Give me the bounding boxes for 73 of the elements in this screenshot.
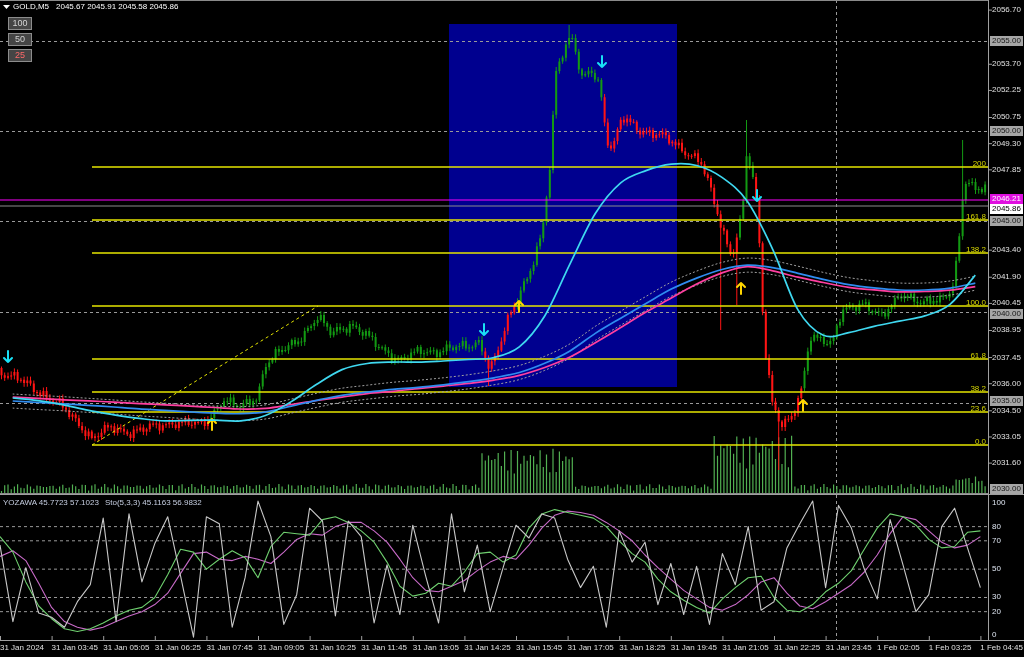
- time-axis-label: 31 Jan 21:05: [722, 642, 770, 654]
- up-arrow-icon: [798, 399, 808, 412]
- indicator-legend: Sto(5,3,3) 45.1163 56.9832: [104, 498, 202, 508]
- price-axis-label: 2031.60: [991, 458, 1022, 469]
- time-axis-label: 31 Jan 11:45: [361, 642, 408, 654]
- symbol-label: GOLD,M5: [13, 2, 49, 12]
- price-axis-label: 2049.30: [991, 138, 1022, 149]
- oscillator-axis-label: 20: [991, 606, 1002, 617]
- time-axis-label: 31 Jan 22:25: [773, 642, 822, 654]
- oscillator-axis-label: 30: [991, 592, 1002, 603]
- price-axis-label: 2037.45: [991, 352, 1022, 363]
- price-axis-label: 2043.40: [991, 245, 1022, 256]
- price-axis-label: 2041.90: [991, 272, 1022, 283]
- price-marker-label: 2055.00: [990, 36, 1023, 46]
- price-axis-label: 2056.70: [991, 5, 1022, 16]
- price-marker-label: 2030.00: [990, 484, 1023, 494]
- oscillator-axis-label: 0: [991, 629, 998, 640]
- oscillator-axis-label: 70: [991, 535, 1002, 546]
- scale-button[interactable]: 50: [8, 33, 32, 46]
- fibonacci-level-label: 61.8: [970, 350, 986, 360]
- time-axis-label: 31 Jan 05:05: [103, 642, 151, 654]
- price-axis-label: 2038.95: [991, 325, 1022, 336]
- indicator-legend: YOZAWA 45.7723 57.1023: [3, 498, 99, 508]
- up-arrow-icon: [514, 300, 524, 313]
- down-arrow-icon: [597, 55, 607, 68]
- price-marker-label: 2050.00: [990, 126, 1023, 136]
- time-axis-label: 31 Jan 2024: [0, 642, 46, 654]
- quote-values: 2045.67 2045.91 2045.58 2045.86: [56, 2, 179, 12]
- down-arrow-icon: [479, 323, 489, 336]
- price-marker-label: 2045.86: [990, 204, 1023, 214]
- oscillator-axis-label: 50: [991, 564, 1002, 575]
- time-axis-label: 31 Jan 13:05: [412, 642, 460, 654]
- time-axis-label: 1 Feb 02:05: [877, 642, 921, 654]
- price-marker-label: 2046.21: [990, 194, 1023, 204]
- fibonacci-level-label: 100.0: [965, 297, 986, 307]
- time-axis-label: 31 Jan 10:25: [309, 642, 357, 654]
- price-axis-label: 2036.00: [991, 378, 1022, 389]
- fibonacci-level-label: 200: [972, 158, 986, 168]
- down-arrow-icon: [752, 189, 762, 202]
- down-arrow-icon: [3, 350, 13, 363]
- oscillator-axis-label: 100: [991, 498, 1007, 508]
- time-axis-label: 31 Jan 06:25: [154, 642, 203, 654]
- scale-button[interactable]: 100: [8, 17, 32, 30]
- time-axis-label: 31 Jan 09:05: [257, 642, 306, 654]
- dropdown-triangle-icon[interactable]: [3, 5, 10, 9]
- time-axis-label: 31 Jan 17:05: [567, 642, 615, 654]
- time-axis-label: 1 Feb 03:25: [928, 642, 973, 654]
- time-axis-label: 1 Feb 04:45: [980, 642, 1024, 654]
- fibonacci-level-label: 38.2: [970, 383, 986, 393]
- price-axis-label: 2047.85: [991, 164, 1022, 175]
- price-axis-label: 2052.25: [991, 85, 1022, 96]
- fibonacci-level-label: 23.6: [970, 403, 986, 413]
- price-marker-label: 2040.00: [990, 308, 1023, 319]
- price-axis-label: 2050.75: [991, 112, 1022, 123]
- time-axis-label: 31 Jan 19:45: [670, 642, 718, 654]
- price-marker-label: 2035.00: [990, 395, 1023, 406]
- up-arrow-icon: [207, 418, 217, 431]
- time-axis-label: 31 Jan 03:45: [51, 642, 99, 654]
- price-axis-label: 2053.70: [991, 59, 1022, 70]
- time-axis-label: 31 Jan 15:45: [515, 642, 564, 654]
- fibonacci-level-label: 161.8: [965, 211, 986, 221]
- price-axis-label: 2034.50: [991, 405, 1022, 416]
- price-marker-label: 2045.00: [990, 216, 1023, 226]
- time-axis-label: 31 Jan 18:25: [619, 642, 667, 654]
- oscillator-axis-label: 80: [991, 521, 1002, 532]
- fibonacci-level-label: 138.2: [965, 244, 986, 254]
- time-axis-label: 31 Jan 23:45: [825, 642, 873, 654]
- fibonacci-level-label: 0.0: [974, 436, 986, 446]
- time-axis-label: 31 Jan 07:45: [206, 642, 254, 654]
- time-axis-label: 31 Jan 14:25: [464, 642, 512, 654]
- price-axis-label: 2040.45: [991, 298, 1022, 309]
- up-arrow-icon: [736, 282, 746, 295]
- price-axis-label: 2033.05: [991, 431, 1022, 442]
